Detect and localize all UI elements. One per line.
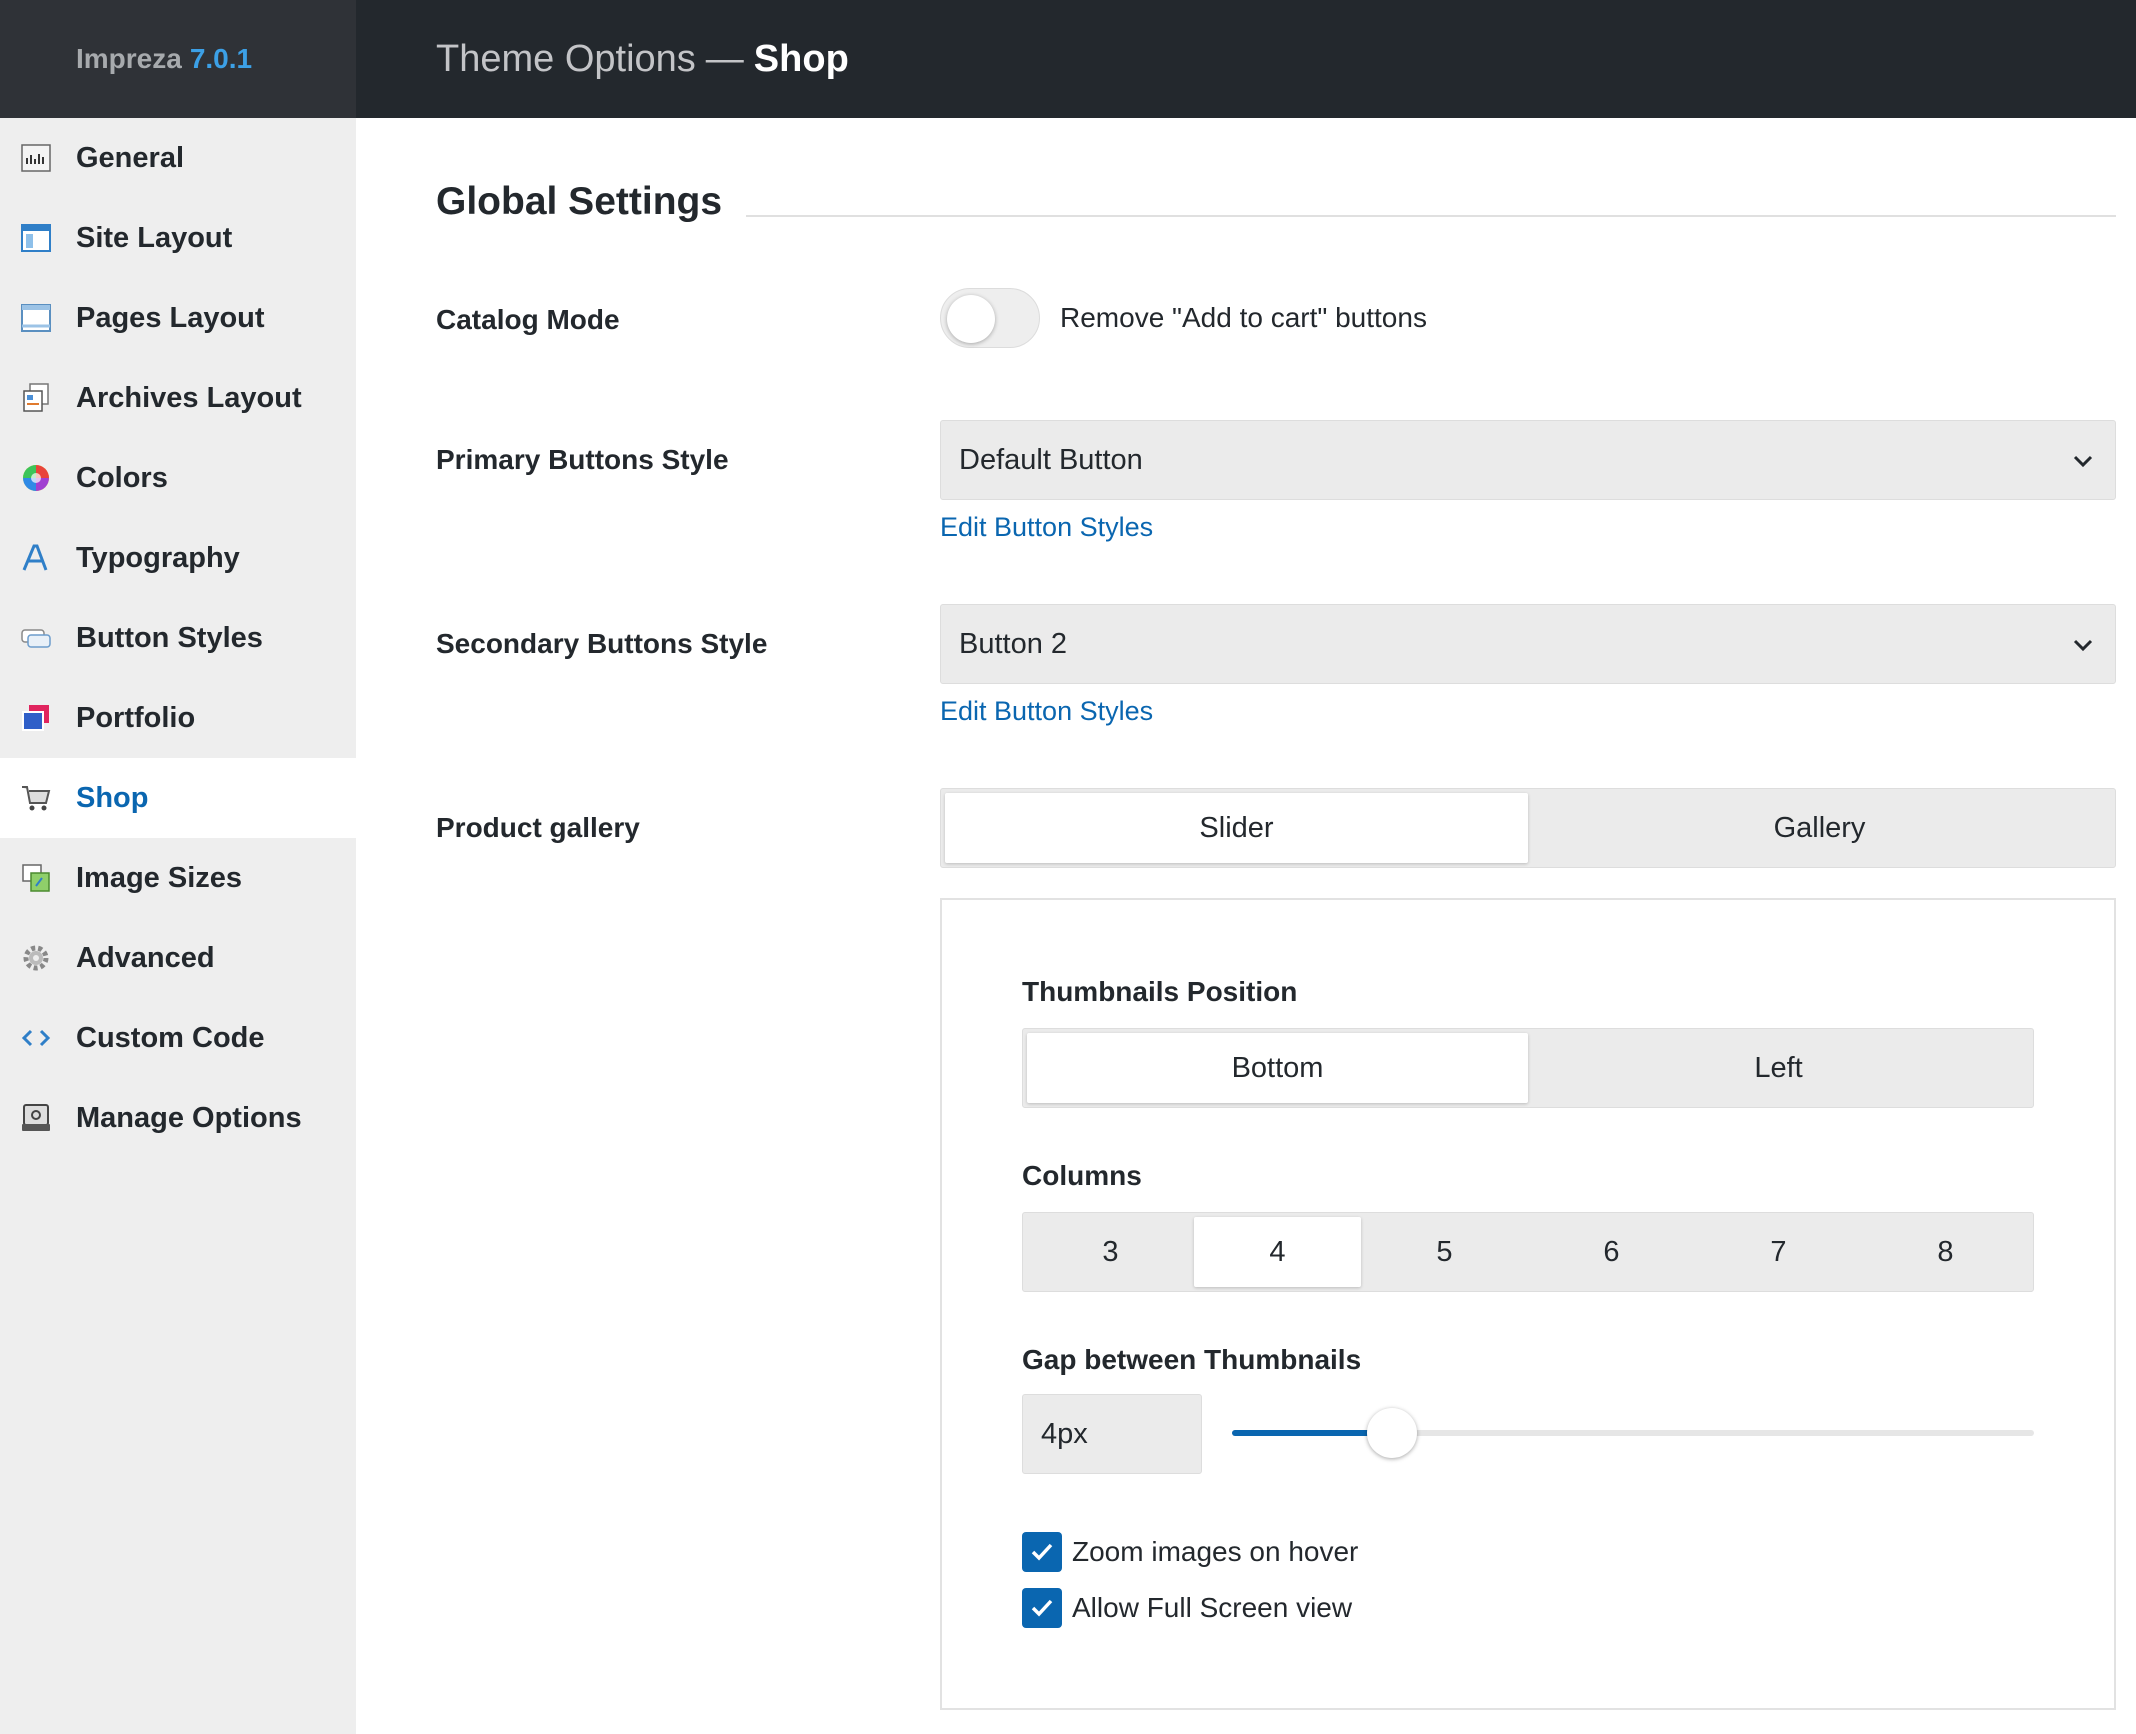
sidebar-item-label: Site Layout — [76, 221, 233, 254]
main-content: Global Settings Catalog Mode Remove "Add… — [356, 118, 2136, 1734]
columns-switch: 3 4 5 6 7 8 — [1022, 1212, 2034, 1292]
page-title: Shop — [753, 37, 849, 80]
section-divider — [746, 215, 2116, 217]
gear-icon — [20, 942, 52, 974]
catalog-mode-text: Remove "Add to cart" buttons — [1060, 302, 1427, 333]
portfolio-icon — [20, 702, 52, 734]
segment-columns-4[interactable]: 4 — [1194, 1217, 1361, 1287]
primary-buttons-label: Primary Buttons Style — [436, 444, 729, 475]
thumbnails-position-label: Thumbnails Position — [1022, 976, 1298, 1007]
sidebar-item-label: Pages Layout — [76, 301, 265, 334]
sidebar-item-label: Image Sizes — [76, 861, 243, 894]
archives-layout-icon — [20, 382, 52, 414]
checkbox-label: Allow Full Screen view — [1072, 1592, 1353, 1623]
colors-icon — [20, 462, 52, 494]
product-gallery-switch: Slider Gallery — [940, 788, 2116, 868]
edit-button-styles-link[interactable]: Edit Button Styles — [940, 696, 1153, 727]
header-prefix: Theme Options — [436, 37, 696, 80]
sidebar-item-label: General — [76, 141, 184, 174]
sidebar-item-custom-code[interactable]: Custom Code — [0, 998, 356, 1078]
sidebar-item-label: Button Styles — [76, 621, 263, 654]
general-icon — [20, 142, 52, 174]
chevron-down-icon — [2073, 455, 2093, 468]
secondary-buttons-value: Button 2 — [959, 627, 1068, 660]
sidebar-item-advanced[interactable]: Advanced — [0, 918, 356, 998]
secondary-buttons-select[interactable]: Button 2 — [940, 604, 2116, 684]
cart-icon — [20, 782, 52, 814]
slider-thumb[interactable] — [1367, 1408, 1418, 1458]
sidebar-item-label: Manage Options — [76, 1101, 302, 1134]
segment-columns-6[interactable]: 6 — [1528, 1217, 1695, 1287]
gap-input[interactable]: 4px — [1022, 1394, 1202, 1474]
sidebar-item-label: Typography — [76, 541, 240, 574]
check-icon — [1031, 1599, 1053, 1617]
segment-columns-8[interactable]: 8 — [1862, 1217, 2029, 1287]
sidebar-item-general[interactable]: General — [0, 118, 356, 198]
manage-options-icon — [20, 1102, 52, 1134]
sidebar-item-button-styles[interactable]: Button Styles — [0, 598, 356, 678]
sidebar-item-label: Archives Layout — [76, 381, 302, 414]
sidebar: Impreza 7.0.1 General Site Layout Pages … — [0, 0, 356, 1734]
chevron-down-icon — [2073, 639, 2093, 652]
columns-label: Columns — [1022, 1160, 1142, 1191]
site-layout-icon — [20, 222, 52, 254]
primary-buttons-value: Default Button — [959, 443, 1143, 476]
segment-columns-5[interactable]: 5 — [1361, 1217, 1528, 1287]
button-styles-icon — [20, 622, 52, 654]
catalog-mode-label: Catalog Mode — [436, 304, 620, 335]
sidebar-item-portfolio[interactable]: Portfolio — [0, 678, 356, 758]
brand-name: Impreza — [76, 43, 182, 74]
segment-slider[interactable]: Slider — [945, 793, 1528, 863]
catalog-mode-toggle[interactable] — [940, 288, 1040, 348]
sidebar-item-pages-layout[interactable]: Pages Layout — [0, 278, 356, 358]
sidebar-item-manage-options[interactable]: Manage Options — [0, 1078, 356, 1158]
segment-bottom[interactable]: Bottom — [1027, 1033, 1528, 1103]
sidebar-item-archives-layout[interactable]: Archives Layout — [0, 358, 356, 438]
pages-layout-icon — [20, 302, 52, 334]
full-screen-checkbox[interactable]: Allow Full Screen view — [1022, 1588, 1352, 1628]
sidebar-nav: General Site Layout Pages Layout Archive… — [0, 118, 356, 1158]
check-icon — [1031, 1543, 1053, 1561]
header-separator: — — [705, 37, 744, 80]
checkbox-checked[interactable] — [1022, 1532, 1062, 1572]
segment-gallery[interactable]: Gallery — [1528, 793, 2111, 863]
segment-left[interactable]: Left — [1528, 1033, 2029, 1103]
primary-buttons-select[interactable]: Default Button — [940, 420, 2116, 500]
sidebar-item-typography[interactable]: Typography — [0, 518, 356, 598]
page-header: Theme Options — Shop — [356, 0, 2136, 118]
thumbnails-position-switch: Bottom Left — [1022, 1028, 2034, 1108]
segment-columns-3[interactable]: 3 — [1027, 1217, 1194, 1287]
checkbox-label: Zoom images on hover — [1072, 1536, 1359, 1567]
secondary-buttons-label: Secondary Buttons Style — [436, 628, 768, 659]
sidebar-item-label: Custom Code — [76, 1021, 265, 1054]
zoom-on-hover-checkbox[interactable]: Zoom images on hover — [1022, 1532, 1358, 1572]
sidebar-item-colors[interactable]: Colors — [0, 438, 356, 518]
typography-icon — [20, 542, 52, 574]
section-title: Global Settings — [436, 180, 723, 223]
checkbox-checked[interactable] — [1022, 1588, 1062, 1628]
sidebar-item-site-layout[interactable]: Site Layout — [0, 198, 356, 278]
gallery-settings-panel: Thumbnails Position Bottom Left Columns … — [940, 898, 2116, 1710]
product-gallery-label: Product gallery — [436, 812, 640, 843]
sidebar-item-label: Colors — [76, 461, 168, 494]
toggle-knob — [947, 295, 995, 343]
code-icon — [20, 1022, 52, 1054]
brand: Impreza 7.0.1 — [0, 0, 356, 118]
sidebar-item-label: Advanced — [76, 941, 215, 974]
sidebar-item-label: Shop — [76, 781, 149, 814]
edit-button-styles-link[interactable]: Edit Button Styles — [940, 512, 1153, 543]
sidebar-item-label: Portfolio — [76, 701, 196, 734]
sidebar-item-image-sizes[interactable]: Image Sizes — [0, 838, 356, 918]
gap-label: Gap between Thumbnails — [1022, 1344, 1362, 1375]
sidebar-item-shop[interactable]: Shop — [0, 758, 356, 838]
image-sizes-icon — [20, 862, 52, 894]
brand-version: 7.0.1 — [189, 43, 253, 74]
segment-columns-7[interactable]: 7 — [1695, 1217, 1862, 1287]
gap-slider[interactable] — [1232, 1408, 2034, 1458]
